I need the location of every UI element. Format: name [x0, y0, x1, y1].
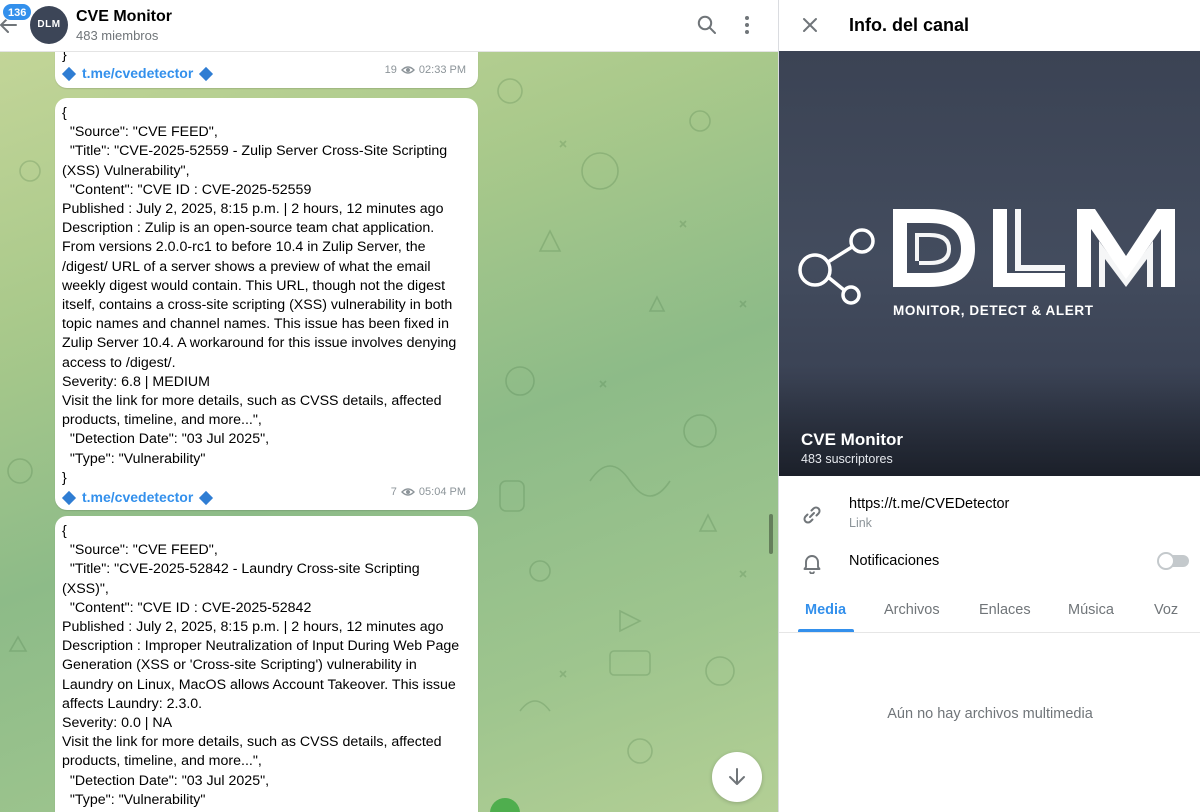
tab-archivos[interactable]: Archivos: [884, 602, 940, 618]
message-bubble[interactable]: { "Source": "CVE FEED", "Title": "CVE-20…: [55, 516, 478, 812]
diamond-icon: [61, 490, 77, 505]
panel-header: Info. del canal: [779, 0, 1200, 51]
view-count: 19: [384, 63, 397, 76]
scroll-down-button[interactable]: [712, 752, 762, 802]
toggle-knob: [1157, 552, 1175, 570]
message-meta: 7 05:04 PM: [391, 483, 466, 502]
arrow-down-icon: [729, 768, 745, 785]
message-link-text[interactable]: t.me/cvedetector: [82, 64, 193, 83]
message-meta: 19 02:33 PM: [385, 61, 466, 80]
avatar-text: DLM: [37, 19, 61, 30]
message-text: { "Source": "CVE FEED", "Title": "CVE-20…: [62, 523, 460, 812]
message-time: 02:33 PM: [418, 63, 466, 76]
send-fab[interactable]: [490, 798, 520, 812]
notifications-label: Notificaciones: [849, 553, 940, 569]
scrollbar-thumb[interactable]: [769, 514, 773, 554]
diamond-icon: [61, 66, 77, 81]
channel-cover[interactable]: MONITOR, DETECT & ALERT CVE Monitor 483 …: [779, 51, 1200, 476]
diamond-icon: [199, 490, 214, 505]
channel-info-panel: Info. del canal MONITOR, DETECT & ALERT …: [778, 0, 1200, 812]
notifications-toggle[interactable]: [1157, 552, 1189, 570]
media-tabs: Media Archivos Enlaces Música Voz: [779, 592, 1200, 633]
eye-icon: [400, 488, 415, 497]
chat-header: 136 DLM CVE Monitor 483 miembros: [0, 0, 778, 52]
unread-badge: 136: [2, 3, 33, 21]
panel-title: Info. del canal: [849, 15, 970, 35]
bell-icon: [803, 555, 821, 574]
chat-area: } t.me/cvedetector 19 02:33 PM { "Source…: [0, 0, 778, 812]
link-caption: Link: [849, 516, 872, 530]
message-link-text[interactable]: t.me/cvedetector: [82, 488, 193, 507]
search-button[interactable]: [690, 8, 724, 42]
view-count: 7: [390, 485, 397, 498]
subscriber-count: 483 suscriptores: [801, 452, 893, 466]
message-text: { "Source": "CVE FEED", "Title": "CVE-20…: [62, 105, 457, 486]
empty-media-text: Aún no hay archivos multimedia: [887, 706, 1093, 722]
tab-media[interactable]: Media: [805, 602, 846, 618]
eye-icon: [400, 66, 415, 75]
active-tab-indicator: [798, 629, 854, 632]
cover-channel-name: CVE Monitor: [801, 430, 903, 449]
more-options-button[interactable]: [730, 8, 764, 42]
channel-link[interactable]: https://t.me/CVEDetector: [849, 496, 1009, 512]
channel-avatar[interactable]: DLM: [30, 6, 68, 44]
channel-title[interactable]: CVE Monitor: [76, 8, 172, 26]
tab-musica[interactable]: Música: [1068, 602, 1114, 618]
close-button[interactable]: [793, 8, 827, 42]
tab-enlaces[interactable]: Enlaces: [979, 602, 1031, 618]
member-count: 483 miembros: [76, 28, 159, 43]
logo-tagline: MONITOR, DETECT & ALERT: [893, 303, 1094, 318]
message-time: 05:04 PM: [418, 485, 466, 498]
link-icon: [803, 506, 821, 524]
message-bubble[interactable]: { "Source": "CVE FEED", "Title": "CVE-20…: [55, 98, 478, 510]
notifications-row[interactable]: Notificaciones: [779, 552, 1200, 577]
search-icon: [697, 15, 716, 34]
more-vertical-icon: [745, 16, 749, 34]
tab-voz[interactable]: Voz: [1154, 602, 1178, 618]
close-icon: [803, 18, 817, 32]
link-row[interactable]: https://t.me/CVEDetector Link: [779, 496, 1200, 536]
diamond-icon: [199, 66, 214, 81]
